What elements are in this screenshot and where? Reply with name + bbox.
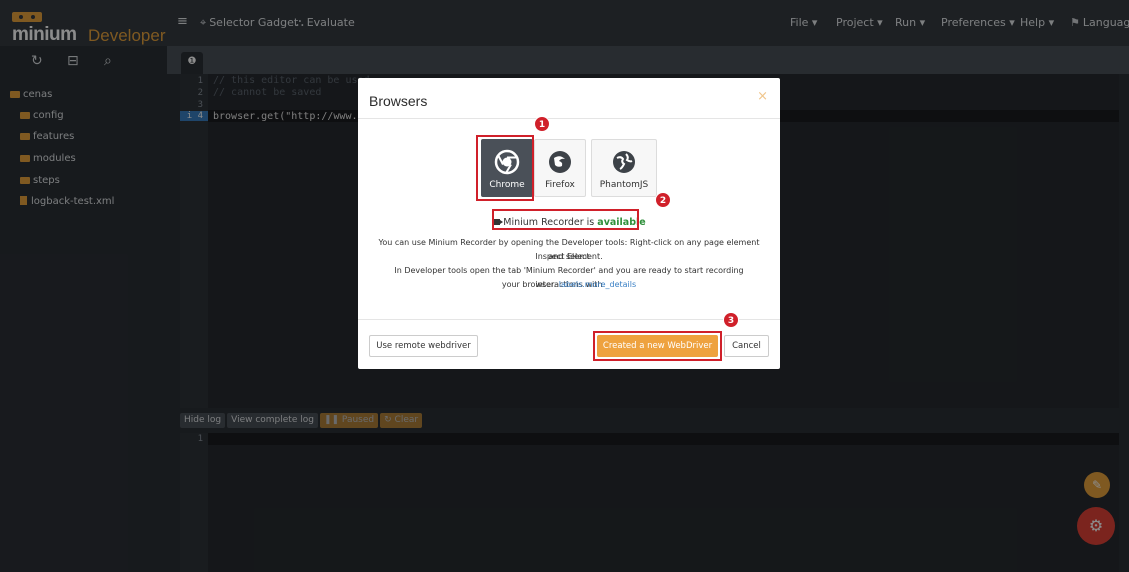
annotation-box-1 (476, 135, 534, 201)
browser-firefox[interactable]: Firefox (534, 139, 586, 197)
annotation-badge-1: 1 (534, 116, 550, 132)
browser-label: PhantomJS (599, 180, 649, 190)
divider (358, 319, 780, 320)
annotation-box-2 (492, 209, 639, 230)
annotation-badge-2: 2 (655, 192, 671, 208)
use-remote-webdriver-button[interactable]: Use remote webdriver (369, 335, 478, 357)
recorder-description-2: Inspect Element. (535, 252, 603, 261)
close-icon[interactable]: × (757, 89, 768, 104)
browser-phantomjs[interactable]: PhantomJS (591, 139, 657, 197)
browser-label: Firefox (545, 180, 575, 190)
recorder-description-4-text: your browser. (501, 280, 559, 289)
firefox-icon (549, 151, 571, 173)
annotation-badge-3: 3 (723, 312, 739, 328)
more-details-link[interactable]: labels.more_details (559, 280, 636, 289)
divider (358, 118, 780, 119)
dialog-title: Browsers (369, 93, 428, 109)
globe-icon (613, 151, 635, 173)
annotation-box-3 (593, 331, 722, 361)
recorder-description-4: your browser. labels.more_details (374, 278, 764, 292)
cancel-button[interactable]: Cancel (724, 335, 769, 357)
browsers-dialog: Browsers × Chrome Firefox PhantomJS Mini… (358, 78, 780, 369)
